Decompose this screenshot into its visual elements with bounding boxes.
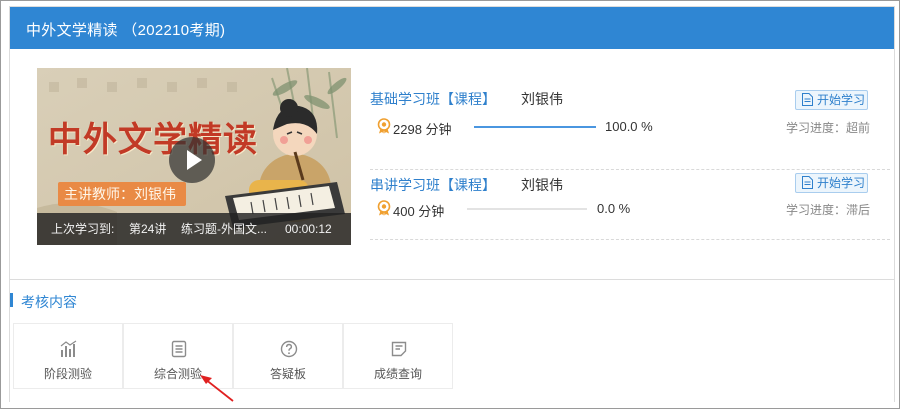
exam-section: 考核内容 阶段测验 综合测验 答疑板 成绩查询 <box>9 280 895 402</box>
document-icon <box>802 176 813 189</box>
tool-qa-board[interactable]: 答疑板 <box>233 323 343 389</box>
last-study-lesson: 第24讲 <box>129 222 167 236</box>
progress-status: 学习进度：超前 <box>786 121 871 135</box>
medal-icon <box>377 118 391 134</box>
cover-teacher-tag: 主讲教师：刘银伟 <box>58 182 186 206</box>
page-frame: 中外文学精读 （202210考期) 中外文学精读 主讲教师：刘银伟 上次学习到:… <box>0 0 900 409</box>
play-button[interactable] <box>169 137 215 183</box>
last-study-label: 上次学习到: <box>51 222 115 236</box>
start-study-button[interactable]: 开始学习 <box>795 90 868 110</box>
tool-label: 成绩查询 <box>373 367 422 381</box>
module-teacher: 刘银伟 <box>521 177 563 193</box>
bar-chart-icon <box>60 340 77 357</box>
start-study-label: 开始学习 <box>817 93 866 107</box>
progress-track <box>474 126 596 128</box>
course-title: 中外文学精读 （202210考期) <box>26 22 226 39</box>
tool-stage-test[interactable]: 阶段测验 <box>13 323 123 389</box>
section-title: 考核内容 <box>21 294 77 310</box>
question-circle-icon <box>280 340 298 358</box>
course-card: 中外文学精读 （202210考期) 中外文学精读 主讲教师：刘银伟 上次学习到:… <box>9 6 895 280</box>
annotation-arrow-icon <box>200 375 234 402</box>
tool-score-query[interactable]: 成绩查询 <box>343 323 453 389</box>
start-study-label: 开始学习 <box>817 176 866 190</box>
section-accent-bar <box>10 293 13 307</box>
cover-title: 中外文学精读 <box>48 120 258 160</box>
document-list-icon <box>171 340 187 358</box>
module-minutes: 2298 分钟 <box>393 122 452 137</box>
module-name-link[interactable]: 基础学习班【课程】 <box>370 89 496 109</box>
tool-label: 答疑板 <box>269 367 306 381</box>
medal-icon <box>377 200 391 216</box>
course-header: 中外文学精读 （202210考期) <box>10 7 894 49</box>
module-row: 基础学习班【课程】 刘银伟 开始学习 2298 分钟 100.0 % 学习进度：… <box>370 83 890 170</box>
progress-track <box>467 208 587 210</box>
score-note-icon <box>391 341 407 357</box>
tool-label: 阶段测验 <box>43 367 92 381</box>
last-study-topic: 练习题-外国文... <box>181 222 267 236</box>
module-percent: 100.0 % <box>605 119 653 134</box>
start-study-button[interactable]: 开始学习 <box>795 173 868 193</box>
document-icon <box>802 93 813 106</box>
module-name-link[interactable]: 串讲学习班【课程】 <box>370 175 496 195</box>
module-teacher: 刘银伟 <box>521 91 563 107</box>
progress-fill <box>474 126 596 128</box>
module-row: 串讲学习班【课程】 刘银伟 开始学习 400 分钟 0.0 % 学习进度：滞后 <box>370 169 890 240</box>
module-minutes: 400 分钟 <box>393 204 445 219</box>
module-percent: 0.0 % <box>597 201 631 216</box>
progress-status: 学习进度：滞后 <box>786 203 871 217</box>
last-study-bar: 上次学习到: 第24讲 练习题-外国文... 00:00:12 <box>37 213 351 245</box>
last-study-time: 00:00:12 <box>285 222 332 236</box>
course-cover[interactable]: 中外文学精读 主讲教师：刘银伟 上次学习到: 第24讲 练习题-外国文... 0… <box>37 68 351 245</box>
